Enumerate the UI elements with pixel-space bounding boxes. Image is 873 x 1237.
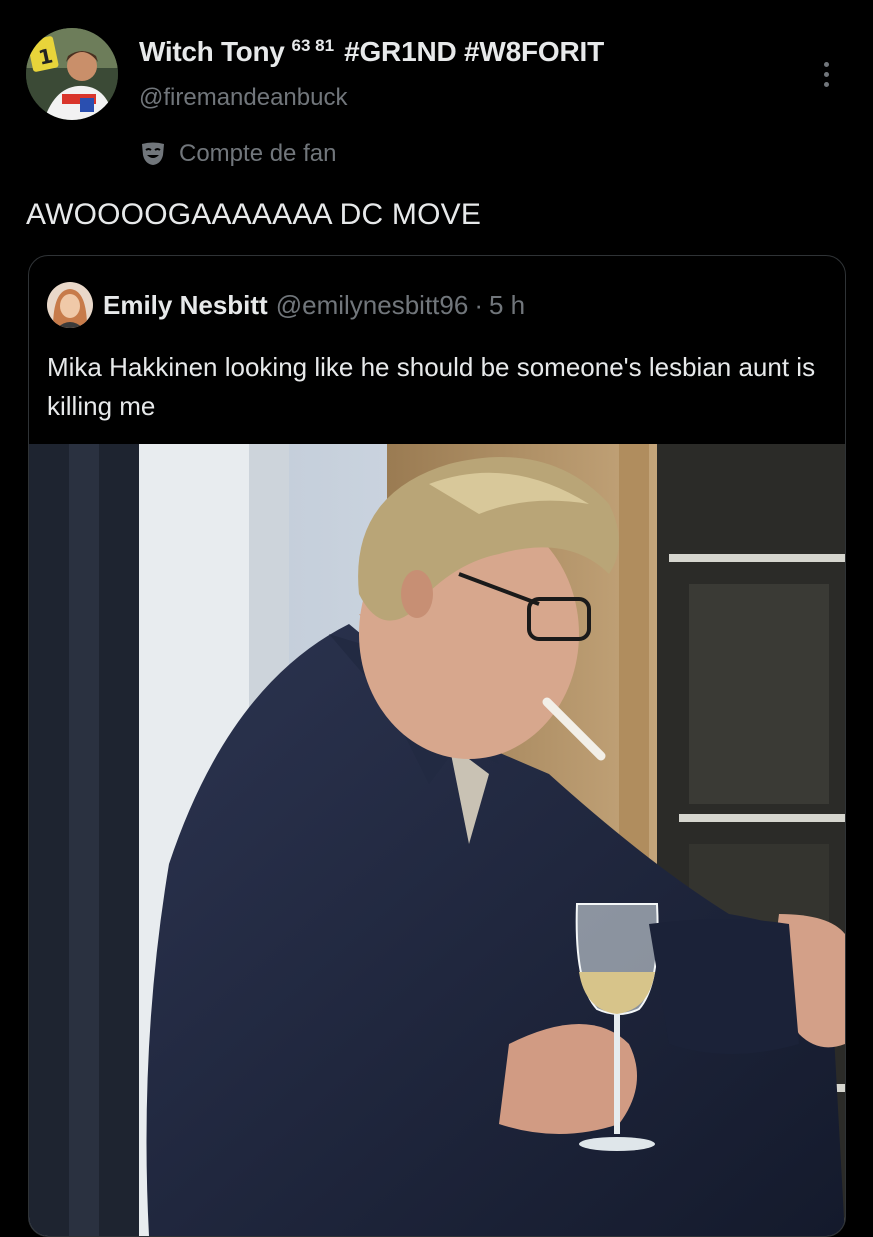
quoted-author-handle[interactable]: @emilynesbitt96	[276, 290, 469, 321]
author-name-hashtags: #GR1ND #W8FORIT	[344, 36, 605, 67]
quoted-author-avatar[interactable]	[47, 282, 93, 328]
author-name-superscript: 63 81	[291, 36, 335, 55]
account-label-text: Compte de fan	[179, 140, 337, 167]
more-options-button[interactable]	[812, 56, 840, 92]
author-avatar-image: 1	[26, 28, 118, 120]
more-options-icon-dot	[823, 81, 829, 87]
author-handle[interactable]: @firemandeanbuck	[139, 84, 347, 112]
quoted-tweet[interactable]: Emily Nesbitt @emilynesbitt96 · 5 h Mika…	[28, 255, 846, 1237]
quoted-author-display-name[interactable]: Emily Nesbitt	[103, 290, 268, 321]
more-options-icon-dot	[823, 71, 829, 77]
quoted-tweet-timestamp[interactable]: 5 h	[489, 290, 525, 321]
author-name-row[interactable]: Witch Tony 63 81 #GR1ND #W8FORIT	[139, 36, 604, 68]
author-avatar[interactable]: 1	[26, 28, 118, 120]
header-separator: ·	[474, 290, 483, 320]
quoted-tweet-photo[interactable]	[29, 444, 845, 1236]
post: 1 Witch Tony 63 81 #GR1ND #W8FORIT @fire…	[0, 0, 873, 1237]
quoted-author-avatar-image	[47, 282, 93, 328]
theater-mask-icon	[142, 142, 164, 165]
more-options-icon	[823, 61, 829, 67]
post-text: AWOOOOGAAAAAAA DC MOVE	[26, 198, 482, 231]
account-label[interactable]: Compte de fan	[139, 140, 336, 168]
quoted-tweet-text: Mika Hakkinen looking like he should be …	[47, 352, 816, 421]
quoted-tweet-header: Emily Nesbitt @emilynesbitt96 · 5 h	[103, 290, 525, 321]
author-display-name[interactable]: Witch Tony	[139, 36, 285, 68]
photo-man-with-wine-glass	[29, 444, 845, 1236]
